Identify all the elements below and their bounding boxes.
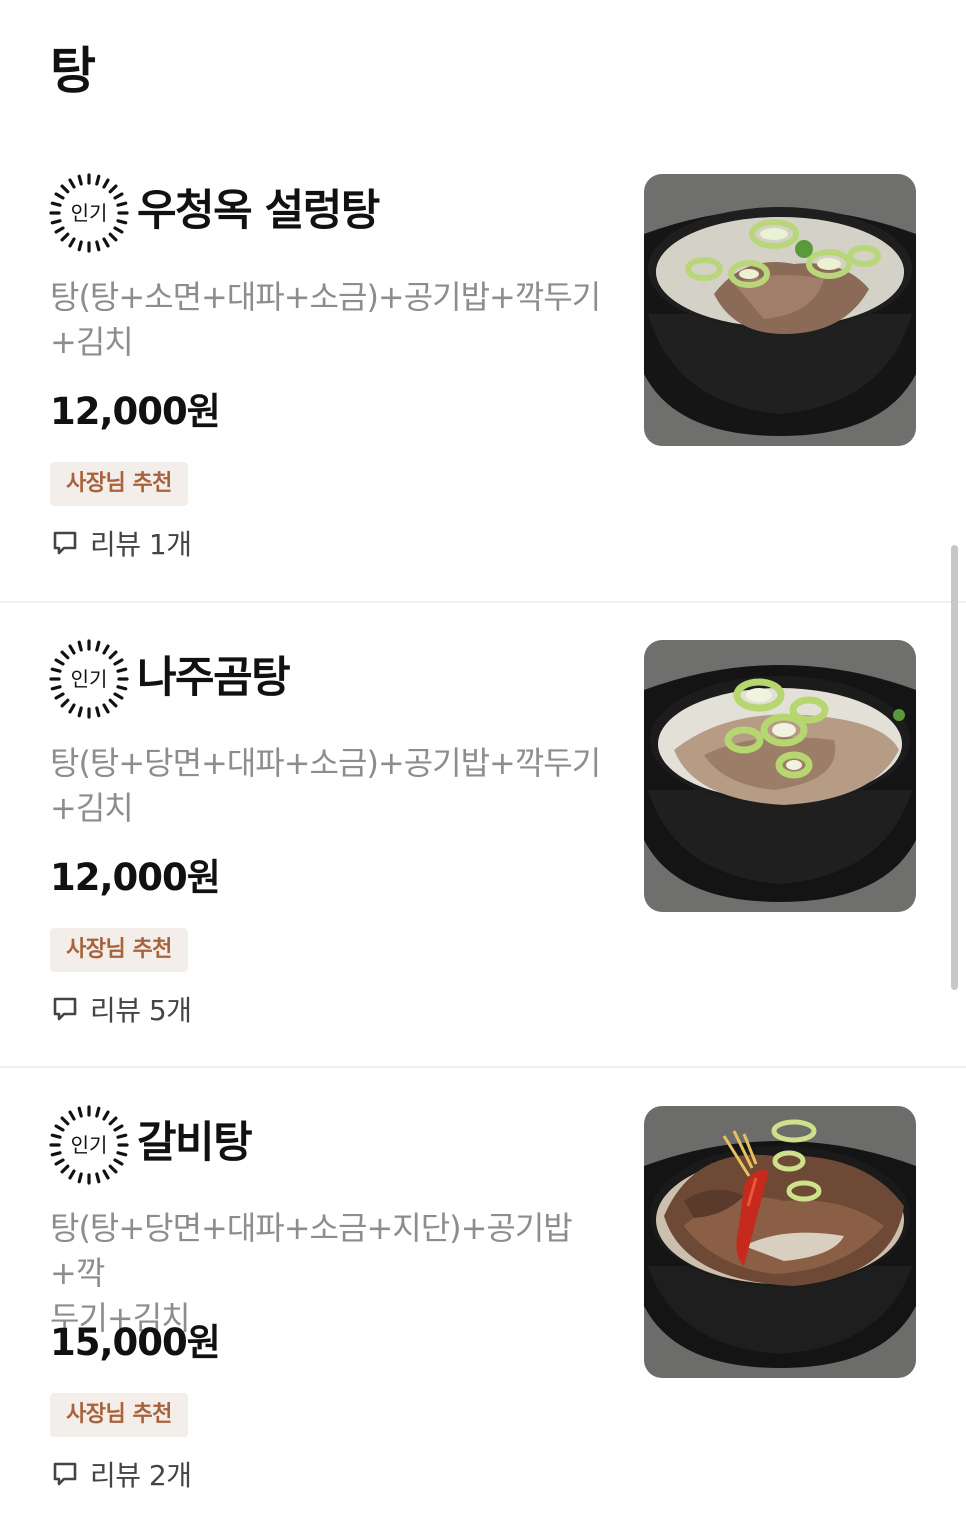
- comment-icon: [53, 997, 77, 1021]
- item-price: 15,000원: [50, 1321, 221, 1364]
- item-photo[interactable]: [644, 1106, 916, 1378]
- galbitang-photo: [644, 1106, 916, 1378]
- review-label: 리뷰 5개: [90, 994, 192, 1027]
- popular-badge-label: 인기: [71, 667, 108, 691]
- item-photo[interactable]: [644, 174, 916, 446]
- menu-item[interactable]: 인기 갈비탕 탕(탕+당면+대파+소금+지단)+공기밥+깍 두기+김치 15,0…: [0, 1068, 966, 1518]
- menu-item[interactable]: 인기 나주곰탕 탕(탕+당면+대파+소금)+공기밥+깍두기 +김치 12,000…: [0, 603, 966, 1067]
- scrollbar[interactable]: [951, 545, 958, 990]
- item-description: 탕(탕+당면+대파+소금)+공기밥+깍두기 +김치: [50, 744, 601, 827]
- review-count[interactable]: 리뷰 1개: [50, 523, 192, 563]
- popular-badge-icon: 인기: [49, 639, 129, 719]
- najugomtang-photo: [644, 640, 916, 912]
- seolleongtang-photo: [644, 174, 916, 446]
- owner-recommend-tag: 사장님 추천: [50, 462, 188, 506]
- popular-badge-icon: 인기: [49, 173, 129, 253]
- owner-recommend-tag: 사장님 추천: [50, 928, 188, 972]
- review-label: 리뷰 1개: [90, 528, 192, 561]
- comment-icon: [53, 1462, 77, 1486]
- item-description: 탕(탕+소면+대파+소금)+공기밥+깍두기 +김치: [50, 278, 601, 361]
- popular-badge-icon: 인기: [49, 1105, 129, 1185]
- item-name: 갈비탕: [137, 1118, 253, 1168]
- owner-recommend-tag: 사장님 추천: [50, 1393, 188, 1437]
- review-count[interactable]: 리뷰 2개: [50, 1454, 192, 1494]
- item-price: 12,000원: [50, 856, 221, 899]
- item-name: 우청옥 설렁탕: [137, 186, 380, 236]
- item-name: 나주곰탕: [137, 653, 291, 703]
- item-price: 12,000원: [50, 390, 221, 433]
- popular-badge-label: 인기: [71, 1133, 108, 1157]
- popular-badge-label: 인기: [71, 201, 108, 225]
- review-count[interactable]: 리뷰 5개: [50, 989, 192, 1029]
- comment-icon: [53, 531, 77, 555]
- item-photo[interactable]: [644, 640, 916, 912]
- review-label: 리뷰 2개: [90, 1459, 192, 1492]
- menu-item[interactable]: 인기 우청옥 설렁탕 탕(탕+소면+대파+소금)+공기밥+깍두기 +김치 12,…: [0, 0, 966, 602]
